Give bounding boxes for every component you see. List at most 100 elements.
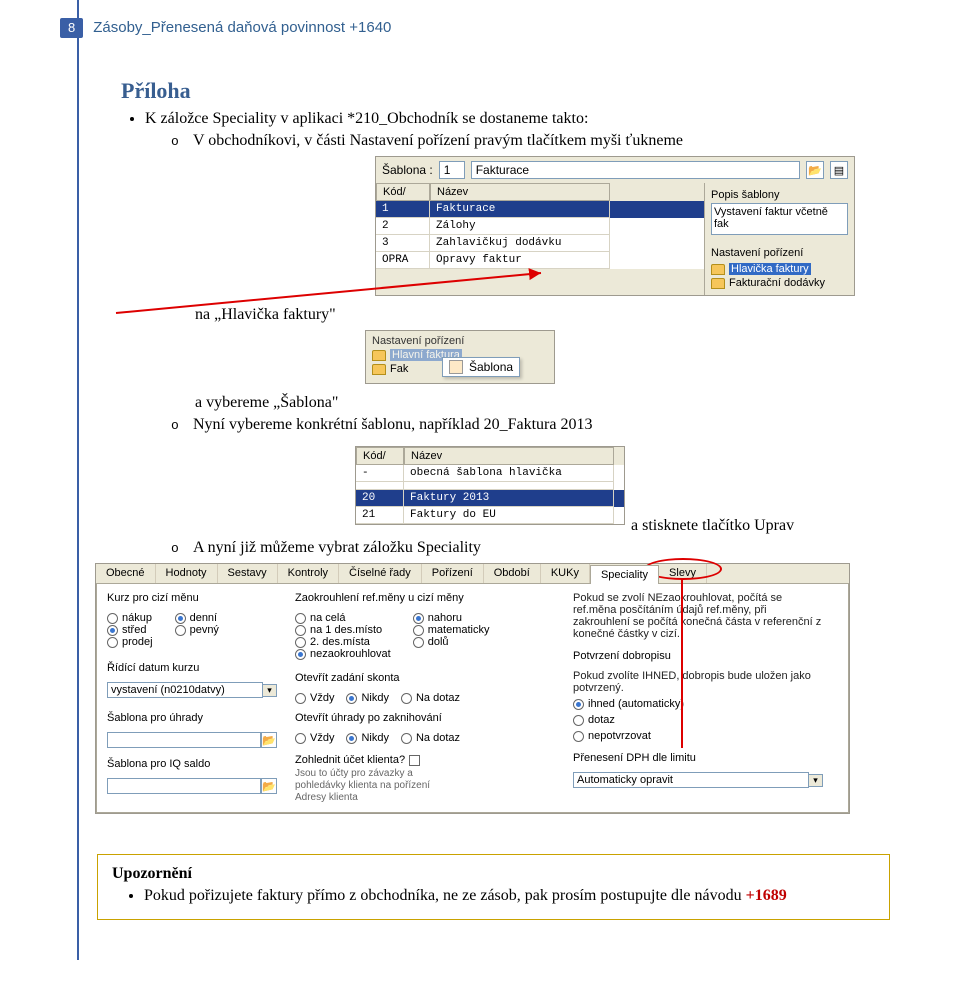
tab-porizeni[interactable]: Pořízení	[422, 564, 484, 583]
column-header: Kód/	[376, 183, 430, 201]
group-heading: Otevřít úhrady po zaknihování	[295, 712, 555, 724]
press-uprav-text: a stisknete tlačítko Uprav	[631, 517, 794, 535]
group-heading: Šablona pro úhrady	[107, 712, 277, 724]
list-icon[interactable]: ▤	[830, 161, 848, 179]
table-row[interactable]: 21 Faktury do EU	[356, 507, 624, 524]
cell-name: Fakturace	[430, 201, 610, 218]
tab-sestavy[interactable]: Sestavy	[218, 564, 278, 583]
group-heading: Šablona pro IQ saldo	[107, 758, 277, 770]
tabs-row: Obecné Hodnoty Sestavy Kontroly Číselné …	[96, 564, 849, 584]
group-heading: Zaokrouhlení ref.měny u cizí měny	[295, 592, 555, 604]
radio-dotaz[interactable]: dotaz	[573, 714, 823, 726]
radio-2des[interactable]: 2. des.místa	[295, 636, 391, 648]
radio-uhrady-vzdy[interactable]: Vždy	[295, 732, 334, 744]
main-list: K záložce Speciality v aplikaci *210_Obc…	[145, 110, 890, 150]
header-title: Zásoby_Přenesená daňová povinnost +1640	[93, 19, 391, 36]
radio-nepotvrzovat[interactable]: nepotvrzovat	[573, 730, 823, 742]
running-header: 8 Zásoby_Přenesená daňová povinnost +164…	[95, 18, 890, 38]
open-icon[interactable]: 📂	[261, 732, 277, 748]
sablona-uhrady-input[interactable]	[107, 732, 261, 748]
tab-kuky[interactable]: KUKy	[541, 564, 590, 583]
submenu: Šablona	[442, 357, 520, 377]
table-row[interactable]: 1 Fakturace	[376, 201, 704, 218]
tree-item-dodavky[interactable]: Fakturační dodávky	[711, 277, 848, 289]
table-row[interactable]: - obecná šablona hlavička	[356, 465, 624, 482]
radio-skonto-dotaz[interactable]: Na dotaz	[401, 692, 460, 704]
radio-nezaokrouhlovat[interactable]: nezaokrouhlovat	[295, 648, 391, 660]
radio-skonto-nikdy[interactable]: Nikdy	[346, 692, 389, 704]
radio-denni[interactable]: denní	[175, 612, 219, 624]
radio-uhrady-dotaz[interactable]: Na dotaz	[401, 732, 460, 744]
red-line-annotation	[681, 578, 683, 748]
radio-ihned[interactable]: ihned (automaticky)	[573, 698, 823, 710]
notice-box: Upozornění Pokud pořizujete faktury přím…	[97, 854, 890, 920]
radio-pevny[interactable]: pevný	[175, 624, 219, 636]
tab-kontroly[interactable]: Kontroly	[278, 564, 339, 583]
radio-dolu[interactable]: dolů	[413, 636, 490, 648]
group-heading: Přenesení DPH dle limitu	[573, 752, 823, 764]
screenshot-context-menu: Nastavení pořízení Hlavní faktura Fak Ša…	[365, 330, 555, 384]
tree-item-label: Fakturační dodávky	[729, 277, 825, 289]
radio-uhrady-nikdy[interactable]: Nikdy	[346, 732, 389, 744]
radio-matematicky[interactable]: matematicky	[413, 624, 490, 636]
table-row-spacer	[356, 482, 624, 490]
tab-slevy[interactable]: Slevy	[659, 564, 707, 583]
right-desc: Vystavení faktur včetně fak	[711, 203, 848, 235]
left-vertical-rule	[77, 0, 79, 960]
list-item: A nyní již můžeme vybrat záložku Special…	[171, 539, 890, 557]
table-row[interactable]: 20 Faktury 2013	[356, 490, 624, 507]
notice-item: Pokud pořizujete faktury přímo z obchodn…	[144, 887, 875, 905]
table-row[interactable]: 3 Zahlavičkuj dodávku	[376, 235, 704, 252]
ridici-datum-input[interactable]	[107, 682, 263, 698]
radio-skonto-vzdy[interactable]: Vždy	[295, 692, 334, 704]
table-row[interactable]: 2 Zálohy	[376, 218, 704, 235]
sablona-iq-input[interactable]	[107, 778, 261, 794]
bullet-text: A nyní již můžeme vybrat záložku Special…	[193, 539, 481, 556]
link-1689[interactable]: +1689	[746, 887, 787, 904]
folder-icon	[372, 350, 386, 361]
section-heading: Příloha	[121, 78, 890, 104]
sablona-code-input[interactable]	[439, 161, 465, 179]
right-title: Popis šablony	[711, 189, 848, 201]
submenu-item-sablona[interactable]: Šablona	[469, 360, 513, 374]
table-row[interactable]: OPRA Opravy faktur	[376, 252, 704, 269]
chevron-down-icon[interactable]: ▾	[263, 684, 277, 697]
sablona-name-input[interactable]	[471, 161, 800, 179]
tree-item-hlavicka[interactable]: Hlavička faktury	[711, 263, 848, 275]
preneseni-dph-input[interactable]	[573, 772, 809, 788]
group-heading: Otevřít zadání skonta	[295, 672, 555, 684]
radio-nahoru[interactable]: nahoru	[413, 612, 490, 624]
folder-icon	[711, 278, 725, 289]
bullet-text: V obchodníkovi, v části Nastavení poříze…	[193, 132, 683, 149]
radio-prodej[interactable]: prodej	[107, 636, 153, 648]
column-header: Název	[430, 183, 610, 201]
open-icon[interactable]: 📂	[806, 161, 824, 179]
tab-speciality[interactable]: Speciality	[590, 565, 659, 584]
bullet-text: K záložce Speciality v aplikaci *210_Obc…	[145, 110, 588, 127]
cell-code: 1	[376, 201, 430, 218]
folder-icon	[372, 364, 386, 375]
screenshot-sablona-list: Šablona : 📂 ▤ Kód/ Název 1 Fakturace 2	[375, 156, 855, 296]
radio-stred[interactable]: střed	[107, 624, 153, 636]
info-text: Pokud se zvolí NEzaokrouhlovat, počítá s…	[573, 592, 823, 640]
tab-obecne[interactable]: Obecné	[96, 564, 156, 583]
tab-ciselne-rady[interactable]: Číselné řady	[339, 564, 422, 583]
list-item: Nyní vybereme konkrétní šablonu, napříkl…	[171, 416, 890, 434]
info-text: Pokud zvolíte IHNED, dobropis bude ulože…	[573, 670, 823, 694]
tab-obdobi[interactable]: Období	[484, 564, 541, 583]
radio-na-cela[interactable]: na celá	[295, 612, 391, 624]
open-icon[interactable]: 📂	[261, 778, 277, 794]
text-fragment: a vybereme „Šablona"	[195, 394, 890, 412]
checkbox-zohlednit[interactable]	[409, 755, 420, 766]
radio-1des[interactable]: na 1 des.místo	[295, 624, 391, 636]
radio-nakup[interactable]: nákup	[107, 612, 153, 624]
template-icon	[449, 360, 463, 374]
group-label: Nastavení pořízení	[711, 247, 848, 259]
screenshot-speciality-panel: Obecné Hodnoty Sestavy Kontroly Číselné …	[95, 563, 850, 814]
text-fragment: na „Hlavička faktury"	[195, 306, 890, 324]
list-item: V obchodníkovi, v části Nastavení poříze…	[171, 132, 890, 150]
column-header: Kód/	[356, 447, 404, 465]
chevron-down-icon[interactable]: ▾	[809, 774, 823, 787]
tab-hodnoty[interactable]: Hodnoty	[156, 564, 218, 583]
page-number-badge: 8	[60, 18, 83, 38]
